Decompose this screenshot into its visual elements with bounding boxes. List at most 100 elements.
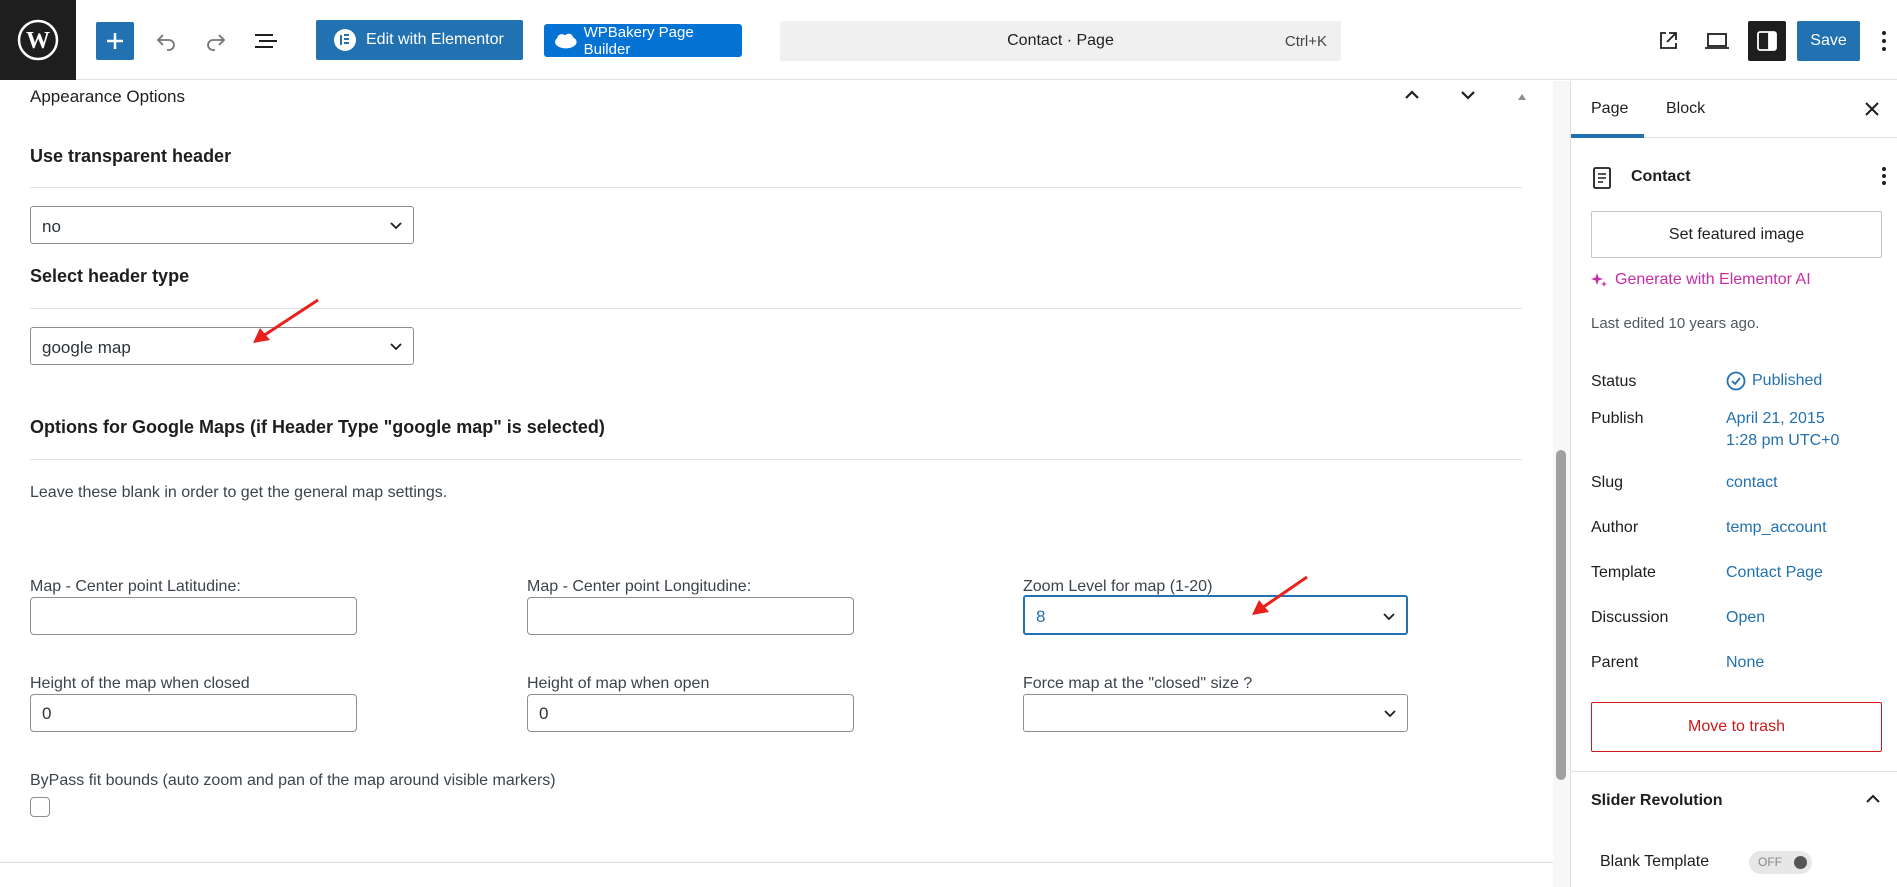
close-icon: [1865, 102, 1879, 116]
active-tab-indicator: [1571, 134, 1644, 138]
svg-text:W: W: [26, 28, 50, 54]
height-closed-value: 0: [42, 704, 52, 723]
chevron-up-icon: [1405, 90, 1419, 99]
collapse-panel-button[interactable]: [1863, 789, 1883, 814]
set-featured-image-button[interactable]: Set featured image: [1591, 211, 1882, 258]
undo-button[interactable]: [151, 26, 181, 56]
redo-icon: [207, 34, 226, 51]
blank-template-label: Blank Template: [1600, 853, 1710, 870]
author-label: Author: [1591, 519, 1639, 536]
zoom-level-select[interactable]: 8: [1023, 595, 1408, 635]
elementor-icon: [334, 29, 356, 51]
triangle-up-icon: [1518, 94, 1526, 100]
tab-page[interactable]: Page: [1591, 100, 1628, 118]
wpbakery-label: WPBakery Page Builder: [583, 23, 694, 58]
sparkle-icon: [1591, 273, 1607, 287]
scrollbar-thumb[interactable]: [1556, 450, 1566, 780]
desktop-icon: [1705, 33, 1729, 49]
settings-toggle-button[interactable]: [1748, 21, 1786, 61]
chevron-down-icon: [1384, 710, 1396, 718]
move-down-button[interactable]: [1458, 85, 1478, 110]
generate-ai-label: Generate with Elementor AI: [1615, 271, 1811, 288]
publish-label: Publish: [1591, 410, 1644, 427]
status-value[interactable]: Published: [1726, 371, 1822, 391]
tab-block[interactable]: Block: [1666, 100, 1705, 118]
header-type-value: google map: [42, 338, 131, 357]
move-to-trash-button[interactable]: Move to trash: [1591, 702, 1882, 752]
zoom-level-label: Zoom Level for map (1-20): [1023, 578, 1213, 595]
publish-time[interactable]: 1:28 pm UTC+0: [1726, 432, 1839, 450]
toggle-state: OFF: [1758, 855, 1782, 869]
plus-icon: [107, 33, 123, 49]
template-label: Template: [1591, 564, 1656, 581]
height-open-value: 0: [539, 704, 549, 723]
status-text: Published: [1752, 372, 1823, 389]
document-title: Contact: [1631, 168, 1691, 185]
undo-icon: [156, 34, 175, 51]
maps-note: Leave these blank in order to get the ge…: [30, 484, 448, 501]
document-actions-button[interactable]: [1881, 165, 1887, 193]
move-up-button[interactable]: [1402, 85, 1422, 110]
status-label: Status: [1591, 373, 1637, 390]
parent-value[interactable]: None: [1726, 654, 1764, 672]
publish-date[interactable]: April 21, 2015: [1726, 410, 1825, 428]
wordpress-logo[interactable]: W: [0, 0, 76, 80]
keyboard-shortcut: Ctrl+K: [1284, 33, 1327, 50]
divider: [30, 187, 1522, 188]
transparent-header-select[interactable]: no: [30, 206, 414, 244]
more-vertical-icon: [1882, 167, 1886, 185]
latitude-input[interactable]: [30, 597, 357, 635]
parent-label: Parent: [1591, 654, 1639, 671]
save-button[interactable]: Save: [1797, 21, 1860, 61]
bypass-checkbox[interactable]: [30, 797, 50, 817]
chevron-down-icon: [390, 222, 402, 230]
chevron-up-icon: [1866, 794, 1880, 803]
wordpress-icon: W: [17, 19, 59, 61]
settings-sidebar: Page Block Contact Set featured image Ge…: [1570, 81, 1897, 887]
header-type-select[interactable]: google map: [30, 327, 414, 365]
preview-button[interactable]: [1702, 26, 1732, 56]
slug-value[interactable]: contact: [1726, 474, 1778, 492]
external-link-icon: [1660, 32, 1677, 49]
bypass-label: ByPass fit bounds (auto zoom and pan of …: [30, 772, 556, 789]
wpbakery-button[interactable]: WPBakery Page Builder: [544, 23, 742, 58]
view-page-button[interactable]: [1653, 26, 1683, 56]
height-closed-input[interactable]: 0: [30, 694, 357, 732]
redo-button[interactable]: [201, 26, 231, 56]
command-palette-bar[interactable]: Contact · Page Ctrl+K: [780, 21, 1341, 61]
transparent-header-value: no: [42, 217, 61, 236]
more-vertical-icon: [1882, 31, 1886, 51]
height-closed-label: Height of the map when closed: [30, 675, 250, 692]
longitude-input[interactable]: [527, 597, 854, 635]
slug-label: Slug: [1591, 474, 1624, 491]
maps-options-title: Options for Google Maps (if Header Type …: [30, 417, 605, 437]
options-menu-button[interactable]: [1874, 26, 1894, 56]
header-type-label: Select header type: [30, 266, 190, 286]
editor-toolbar: W Edit with Elementor WPBakery Page Buil…: [0, 0, 1897, 80]
annotation-arrow: [1252, 575, 1308, 615]
sidebar-icon: [1757, 31, 1777, 51]
chevron-down-icon: [1461, 91, 1475, 100]
template-value[interactable]: Contact Page: [1726, 564, 1823, 582]
document-overview-button[interactable]: [251, 26, 281, 56]
document-summary: Contact: [1591, 165, 1891, 195]
force-closed-select[interactable]: [1023, 694, 1408, 732]
author-value[interactable]: temp_account: [1726, 519, 1827, 537]
editor-canvas: Appearance Options Use transparent heade…: [0, 81, 1553, 887]
discussion-value[interactable]: Open: [1726, 609, 1765, 627]
blank-template-toggle[interactable]: OFF: [1749, 851, 1812, 874]
edit-with-elementor-button[interactable]: Edit with Elementor: [316, 20, 523, 60]
divider: [1571, 771, 1897, 772]
force-closed-label: Force map at the "closed" size ?: [1023, 675, 1253, 692]
collapse-panel-button[interactable]: [1516, 87, 1528, 108]
generate-ai-link[interactable]: Generate with Elementor AI: [1591, 271, 1811, 289]
elementor-label: Edit with Elementor: [366, 31, 504, 48]
latitude-label: Map - Center point Latitudine:: [30, 578, 241, 595]
document-title: Contact · Page: [1007, 32, 1114, 49]
divider: [0, 862, 1553, 863]
height-open-input[interactable]: 0: [527, 694, 854, 732]
chevron-down-icon: [1383, 613, 1395, 621]
add-block-button[interactable]: [96, 22, 134, 60]
close-sidebar-button[interactable]: [1864, 97, 1880, 123]
slider-revolution-title[interactable]: Slider Revolution: [1591, 792, 1723, 810]
